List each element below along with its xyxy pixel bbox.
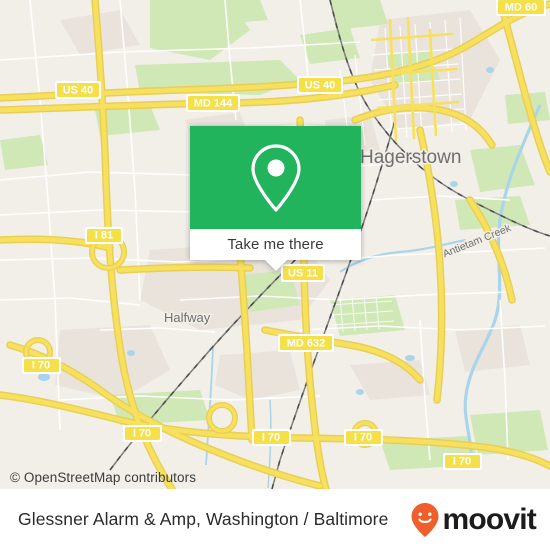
svg-text:I 81: I 81 — [95, 230, 113, 242]
shield-us-40-east[interactable]: US 40 — [297, 76, 343, 94]
footer-bar: Glessner Alarm & Amp, Washington / Balti… — [0, 489, 550, 550]
city-label-hagerstown: Hagerstown — [360, 147, 461, 168]
shield-md-60[interactable]: MD 60 — [496, 0, 546, 16]
moovit-pin-icon — [411, 502, 439, 537]
location-popup-card[interactable]: Take me there — [190, 126, 361, 271]
svg-text:MD 144: MD 144 — [194, 98, 233, 110]
svg-text:US 40: US 40 — [63, 85, 94, 97]
shield-i-70-2[interactable]: I 70 — [123, 425, 162, 442]
popup-footer[interactable]: Take me there — [190, 229, 361, 260]
shield-md-632[interactable]: MD 632 — [278, 334, 334, 352]
moovit-map-screenshot: Hagerstown Halfway Antietam Creek US 40 … — [0, 0, 550, 550]
svg-text:I 70: I 70 — [133, 428, 151, 440]
svg-text:I 70: I 70 — [32, 360, 50, 372]
place-title: Glessner Alarm & Amp, Washington / Balti… — [18, 509, 389, 529]
moovit-wordmark: moovit — [442, 502, 536, 536]
shield-us-40-west[interactable]: US 40 — [55, 81, 101, 99]
svg-text:I 70: I 70 — [453, 456, 471, 468]
svg-text:US 11: US 11 — [288, 268, 318, 280]
shield-i-70-4[interactable]: I 70 — [344, 429, 383, 446]
take-me-there-button[interactable]: Take me there — [227, 236, 323, 253]
shield-us-11[interactable]: US 11 — [281, 264, 325, 282]
moovit-logo[interactable]: moovit — [410, 502, 537, 538]
shield-i-70-5[interactable]: I 70 — [443, 453, 482, 470]
svg-text:MD 632: MD 632 — [287, 338, 326, 350]
map-pin-icon — [250, 143, 301, 212]
svg-text:I 70: I 70 — [354, 432, 372, 444]
svg-text:I 70: I 70 — [262, 432, 280, 444]
shield-i-81[interactable]: I 81 — [85, 227, 123, 244]
shield-md-144[interactable]: MD 144 — [186, 94, 240, 112]
popup-pointer — [264, 260, 287, 271]
osm-attribution: © OpenStreetMap contributors — [10, 470, 197, 485]
svg-text:US 40: US 40 — [305, 80, 336, 92]
svg-text:MD 60: MD 60 — [505, 2, 537, 14]
popup-header — [190, 126, 361, 229]
shield-i-70-3[interactable]: I 70 — [252, 429, 291, 446]
city-label-halfway: Halfway — [164, 310, 211, 325]
shield-i-70-1[interactable]: I 70 — [22, 357, 61, 374]
